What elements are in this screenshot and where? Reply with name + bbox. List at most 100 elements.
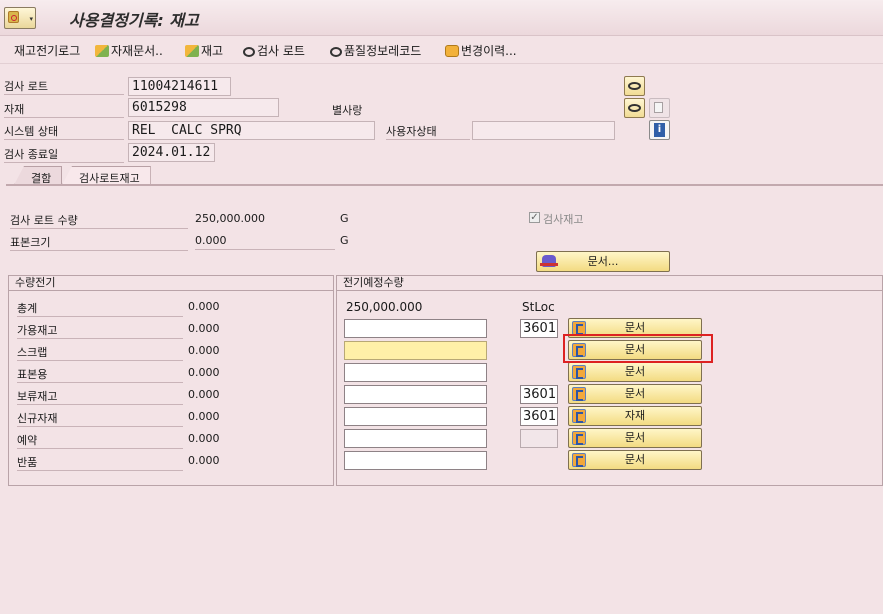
inspection-lot-label: 검사 로트 xyxy=(4,78,124,95)
posting-icon xyxy=(572,365,586,379)
copy-icon xyxy=(654,102,663,113)
status-info-button[interactable]: i xyxy=(649,120,670,140)
posting-row-value: 0.000 xyxy=(188,432,220,445)
planned-qty-input[interactable] xyxy=(344,363,487,382)
title-bar: ▾ 사용결정기록: 재고 xyxy=(0,0,883,36)
glasses-icon xyxy=(330,47,342,57)
mountain-icon xyxy=(95,45,109,57)
planned-qty-input[interactable] xyxy=(344,341,487,360)
document-hat-icon xyxy=(540,255,558,267)
planned-total-value: 250,000.000 xyxy=(346,300,423,314)
toolbar-inspection-lot[interactable]: 검사 로트 xyxy=(243,42,305,59)
toolbar-label: 품질정보레코드 xyxy=(344,44,422,58)
toolbar-material-document[interactable]: 자재문서.. xyxy=(95,42,163,59)
tab-defects[interactable]: 결함 xyxy=(14,166,63,185)
planned-qty-input[interactable] xyxy=(344,319,487,338)
posting-button-label: 문서 xyxy=(624,321,646,334)
divider xyxy=(195,249,335,250)
posting-row-value: 0.000 xyxy=(188,300,220,313)
highlight-box xyxy=(563,334,713,363)
planned-qty-input[interactable] xyxy=(344,385,487,404)
posting-row-label: 총계 xyxy=(17,300,183,317)
toolbar-label: 재고 xyxy=(201,44,224,58)
system-status-label: 시스템 상태 xyxy=(4,123,124,140)
lot-qty-label: 검사 로트 수량 xyxy=(10,212,188,229)
menu-icon[interactable]: ▾ xyxy=(4,7,36,29)
lot-qty-value: 250,000.000 xyxy=(195,212,265,225)
group-title: 수량전기 xyxy=(9,276,333,291)
posting-row-label: 반품 xyxy=(17,454,183,471)
posting-row-value: 0.000 xyxy=(188,322,220,335)
toolbar-stock-posting-log[interactable]: 재고전기로그 xyxy=(14,42,80,59)
posting-document-button[interactable]: 문서 xyxy=(568,362,702,382)
lot-qty-unit: G xyxy=(340,212,349,225)
posting-row-value: 0.000 xyxy=(188,366,220,379)
document-button-label: 문서... xyxy=(587,255,619,268)
stloc-field[interactable]: 3601 xyxy=(520,319,558,338)
posting-row-value: 0.000 xyxy=(188,410,220,423)
toolbar-quality-info-record[interactable]: 품질정보레코드 xyxy=(330,42,421,59)
tab-inspection-lot-stock[interactable]: 검사로트재고 xyxy=(62,166,151,185)
inspection-end-label: 검사 종료일 xyxy=(4,146,124,163)
planned-qty-input[interactable] xyxy=(344,407,487,426)
sample-size-value: 0.000 xyxy=(195,234,227,247)
stloc-field[interactable]: 3601 xyxy=(520,385,558,404)
display-material-button[interactable] xyxy=(624,98,645,118)
posting-row-value: 0.000 xyxy=(188,388,220,401)
glasses-icon xyxy=(628,104,641,112)
posting-document-button[interactable]: 문서 xyxy=(568,384,702,404)
toolbar-label: 자재문서.. xyxy=(111,44,163,58)
glasses-icon xyxy=(243,47,255,57)
inspection-stock-label: 검사재고 xyxy=(543,213,584,226)
posting-document-button[interactable]: 자재 xyxy=(568,406,702,426)
planned-qty-input[interactable] xyxy=(344,451,487,470)
posting-button-label: 문서 xyxy=(624,387,646,400)
posting-row-label: 보류재고 xyxy=(17,388,183,405)
posting-icon xyxy=(572,409,586,423)
posting-button-label: 문서 xyxy=(624,431,646,444)
toolbar-label: 검사 로트 xyxy=(257,44,305,58)
material-field[interactable]: 6015298 xyxy=(128,98,279,117)
document-button[interactable]: 문서... xyxy=(536,251,670,272)
stloc-field[interactable]: 3601 xyxy=(520,407,558,426)
group-title: 전기예정수량 xyxy=(337,276,882,291)
mountain-icon xyxy=(185,45,199,57)
toolbar-change-history[interactable]: 변경이력... xyxy=(445,42,517,59)
toolbar-label: 재고전기로그 xyxy=(14,44,81,58)
toolbar-label: 변경이력... xyxy=(461,44,517,58)
posting-row-label: 가용재고 xyxy=(17,322,183,339)
stloc-header: StLoc xyxy=(522,300,555,314)
user-status-label: 사용자상태 xyxy=(386,123,470,140)
posting-document-button[interactable]: 문서 xyxy=(568,428,702,448)
posting-button-label: 문서 xyxy=(624,453,646,466)
inspection-end-field[interactable]: 2024.01.12 xyxy=(128,143,215,162)
scroll-icon xyxy=(445,45,459,57)
material-label: 자재 xyxy=(4,101,124,118)
posting-button-label: 자재 xyxy=(624,409,646,422)
info-icon: i xyxy=(654,123,665,137)
inspection-lot-field[interactable]: 11004214611 xyxy=(128,77,231,96)
glasses-icon xyxy=(628,82,641,90)
user-status-field[interactable] xyxy=(472,121,615,140)
posting-row-value: 0.000 xyxy=(188,454,220,467)
material-description: 별사랑 xyxy=(332,104,363,117)
planned-qty-input[interactable] xyxy=(344,429,487,448)
toolbar-stock[interactable]: 재고 xyxy=(185,42,223,59)
posting-row-label: 표본용 xyxy=(17,366,183,383)
posting-row-value: 0.000 xyxy=(188,344,220,357)
copy-button xyxy=(649,98,670,118)
posting-document-button[interactable]: 문서 xyxy=(568,450,702,470)
posting-icon xyxy=(572,321,586,335)
posting-button-label: 문서 xyxy=(624,365,646,378)
inspection-stock-checkbox[interactable]: ✓ xyxy=(529,212,540,223)
tab-divider xyxy=(6,184,883,186)
sample-size-label: 표본크기 xyxy=(10,234,188,251)
posting-icon xyxy=(572,431,586,445)
posting-row-label: 스크랩 xyxy=(17,344,183,361)
stloc-field[interactable] xyxy=(520,429,558,448)
application-toolbar: 재고전기로그 자재문서.. 재고 검사 로트 품질정보레코드 변경이력... xyxy=(0,36,883,64)
posting-icon xyxy=(572,387,586,401)
posting-row-label: 예약 xyxy=(17,432,183,449)
display-lot-button[interactable] xyxy=(624,76,645,96)
system-status-field[interactable]: REL CALC SPRQ xyxy=(128,121,375,140)
